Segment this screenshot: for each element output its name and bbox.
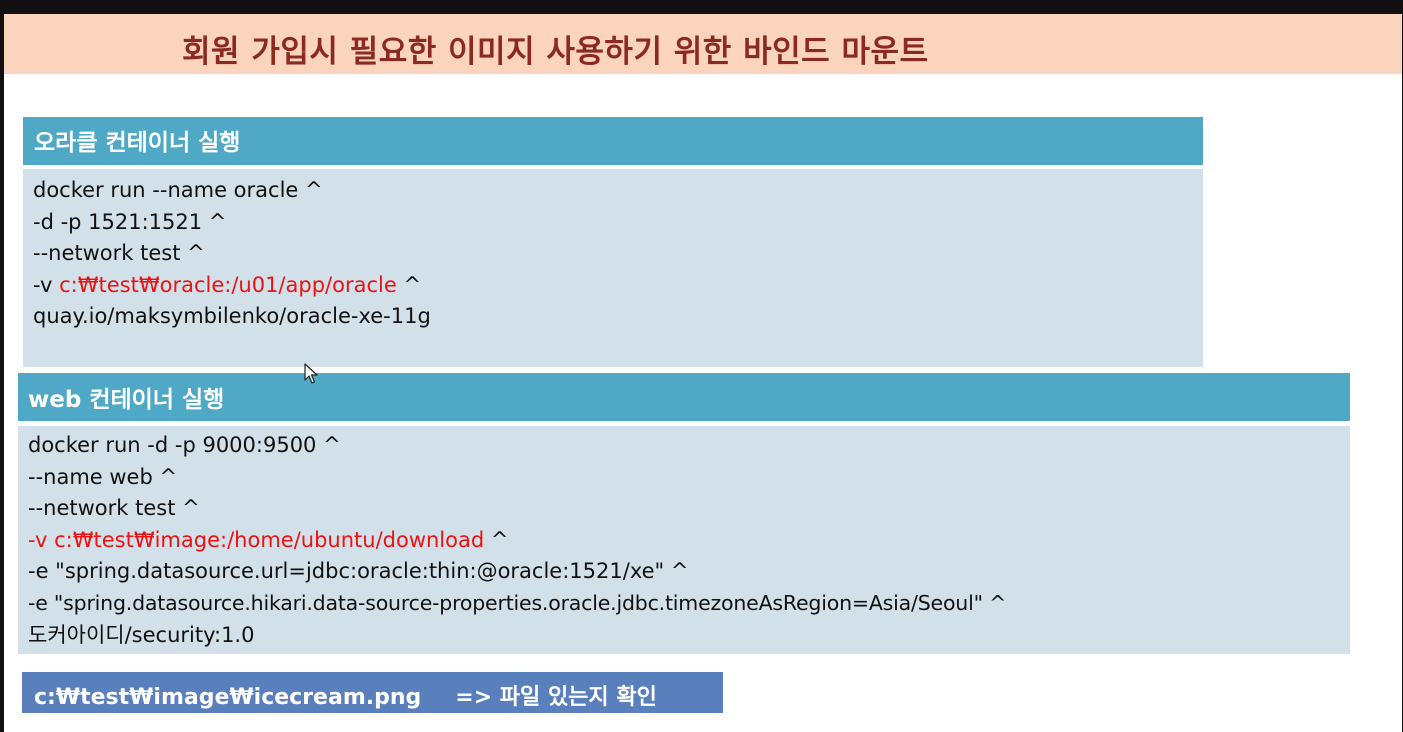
mouse-pointer-icon xyxy=(304,363,318,384)
presentation-slide: 회원 가입시 필요한 이미지 사용하기 위한 바인드 마운트 오라클 컨테이너 … xyxy=(4,14,1402,732)
oracle-command-line-5: quay.io/maksymbilenko/oracle-xe-11g xyxy=(33,304,431,329)
oracle-volume-path: c:₩test₩oracle:/u01/app/oracle xyxy=(59,272,397,297)
web-command-line-3: --network test ^ xyxy=(28,496,200,521)
oracle-command-line-4: -v c:₩test₩oracle:/u01/app/oracle ^ xyxy=(33,270,1203,302)
oracle-line-continuation: ^ xyxy=(396,272,422,297)
web-command-line-5: -e "spring.datasource.url=jdbc:oracle:th… xyxy=(28,559,689,584)
oracle-command-line-3: --network test ^ xyxy=(33,241,205,266)
web-command-line-4: -v c:₩test₩image:/home/ubuntu/download ^ xyxy=(28,525,1350,557)
web-line-continuation: ^ xyxy=(484,527,509,552)
oracle-block-body: docker run --name oracle ^ -d -p 1521:15… xyxy=(23,169,1203,367)
oracle-command-line-1: docker run --name oracle ^ xyxy=(33,178,323,202)
web-block-header-label: web 컨테이너 실행 xyxy=(28,387,225,413)
web-command-line-2: --name web ^ xyxy=(28,464,178,489)
oracle-block-header: 오라클 컨테이너 실행 xyxy=(23,117,1203,165)
web-block-header: web 컨테이너 실행 xyxy=(18,373,1350,421)
oracle-block-header-label: 오라클 컨테이너 실행 xyxy=(34,130,241,156)
web-command-line-7: 도커아이디/security:1.0 xyxy=(28,622,255,647)
web-command-line-6: -e "spring.datasource.hikari.data-source… xyxy=(28,590,1007,615)
oracle-volume-flag: -v xyxy=(33,272,60,297)
slide-title: 회원 가입시 필요한 이미지 사용하기 위한 바인드 마운트 xyxy=(182,34,929,70)
footer-image-path: c:₩test₩image₩icecream.png xyxy=(34,685,422,710)
web-command-line-1: docker run -d -p 9000:9500 ^ xyxy=(28,433,341,457)
web-volume-mapping: -v c:₩test₩image:/home/ubuntu/download xyxy=(28,527,485,552)
footer-check-note: => 파일 있는지 확인 xyxy=(455,685,657,710)
oracle-command-line-2: -d -p 1521:1521 ^ xyxy=(33,209,227,234)
web-block-body: docker run -d -p 9000:9500 ^ --name web … xyxy=(18,426,1350,654)
footer-note-bar: c:₩test₩image₩icecream.png => 파일 있는지 확인 xyxy=(22,672,723,713)
title-bar: 회원 가입시 필요한 이미지 사용하기 위한 바인드 마운트 xyxy=(4,14,1402,74)
